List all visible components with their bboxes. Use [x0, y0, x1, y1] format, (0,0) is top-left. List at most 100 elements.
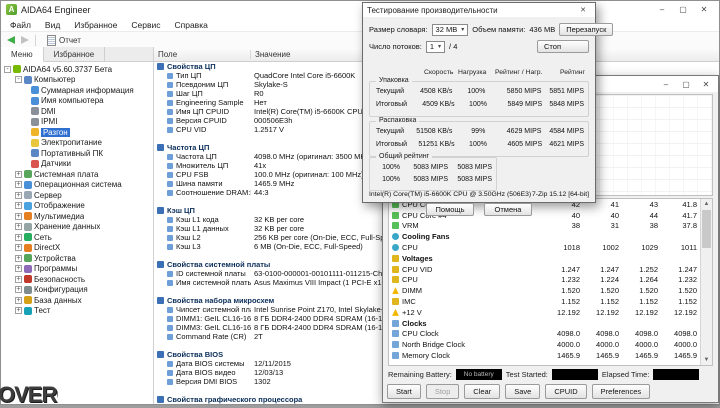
expander-icon[interactable]: + — [15, 170, 22, 178]
tree-item[interactable]: + Устройства — [1, 253, 153, 264]
expander-icon[interactable]: + — [15, 191, 22, 199]
expander-icon[interactable]: + — [15, 244, 22, 252]
sensor-row[interactable]: +12 V 12.192 12.192 12.192 12.192 — [389, 307, 700, 318]
tree-item[interactable]: + Безопасность — [1, 274, 153, 285]
tree-item[interactable]: + База данных — [1, 295, 153, 306]
stop-button[interactable]: Стоп — [537, 40, 589, 53]
stability-button[interactable]: Save — [505, 383, 541, 399]
tree-item[interactable]: + Мультимедиа — [1, 211, 153, 222]
tree-item[interactable]: + Системная плата — [1, 169, 153, 180]
expander-icon[interactable]: - — [15, 76, 22, 84]
tree-item-icon — [24, 306, 32, 315]
menu-item[interactable]: Сервис — [124, 18, 167, 31]
tree-item[interactable]: - AIDA64 v5.60.3737 Бета — [1, 64, 153, 75]
expander-icon[interactable]: - — [4, 65, 11, 73]
tree-item-icon — [24, 243, 32, 252]
help-button[interactable]: Помощь — [426, 203, 474, 216]
forward-icon[interactable] — [21, 36, 29, 44]
sensor-label: Clocks — [402, 318, 427, 328]
close-icon[interactable] — [694, 3, 714, 17]
tree-item[interactable]: IPMI — [1, 117, 153, 128]
expander-icon[interactable]: + — [15, 265, 22, 273]
tab-menu[interactable]: Меню — [1, 47, 44, 62]
expander-icon[interactable]: + — [15, 286, 22, 294]
sensor-row[interactable]: Cooling Fans — [389, 231, 700, 242]
sensor-row[interactable]: VRM 38 31 38 37.8 — [389, 221, 700, 232]
sensor-scrollbar[interactable]: ▲ ▼ — [700, 199, 712, 365]
compression-current-row: Текущий 4508 KB/s 100% 5850 MIPS 5851 MI… — [376, 88, 584, 95]
scroll-down-icon[interactable]: ▼ — [701, 355, 712, 365]
sensor-row[interactable]: CPU Clock 4098.0 4098.0 4098.0 4098.0 — [389, 329, 700, 340]
scrollbar-thumb[interactable] — [702, 210, 711, 248]
tree-item[interactable]: DMI — [1, 106, 153, 117]
field-name: DIMM1: GeIL CL16-16-16-36 DB — [176, 314, 251, 323]
tree-item[interactable]: Суммарная информация — [1, 85, 153, 96]
column-field[interactable]: Поле — [154, 49, 251, 59]
restart-button[interactable]: Перезапуск — [559, 23, 614, 36]
expander-icon[interactable]: + — [15, 202, 22, 210]
menu-item[interactable]: Справка — [167, 18, 214, 31]
stability-button[interactable]: CPUID — [545, 383, 587, 399]
tree-item[interactable]: + Сервер — [1, 190, 153, 201]
sensor-row[interactable]: North Bridge Clock 4000.0 4000.0 4000.0 … — [389, 339, 700, 350]
tree-item-icon — [31, 96, 39, 105]
expander-icon[interactable]: + — [15, 223, 22, 231]
sensor-row[interactable]: IMC 1.152 1.152 1.152 1.152 — [389, 296, 700, 307]
stability-button[interactable]: Stop — [425, 383, 460, 399]
tree-item[interactable]: Разгон — [1, 127, 153, 138]
back-icon[interactable] — [7, 36, 15, 44]
expander-icon[interactable]: + — [15, 275, 22, 283]
expander-icon[interactable]: + — [15, 296, 22, 304]
menu-item[interactable]: Вид — [38, 18, 67, 31]
tree-item[interactable]: Электропитание — [1, 138, 153, 149]
tree-item[interactable]: + Операционная система — [1, 180, 153, 191]
benchmark-close-icon[interactable]: ✕ — [575, 4, 591, 16]
tree-item[interactable]: + Отображение — [1, 201, 153, 212]
tree-item-icon — [24, 275, 32, 284]
tree-item-icon — [24, 264, 32, 273]
expander-icon[interactable]: + — [15, 254, 22, 262]
scroll-up-icon[interactable]: ▲ — [701, 199, 712, 209]
cancel-button[interactable]: Отмена — [484, 203, 532, 216]
threads-select[interactable]: 1 — [425, 40, 446, 53]
stability-button[interactable]: Start — [387, 383, 421, 399]
minimize-icon[interactable] — [652, 3, 672, 17]
sensor-current: 1.152 — [561, 297, 580, 307]
expander-icon[interactable]: + — [15, 307, 22, 315]
field-icon — [167, 333, 173, 340]
sensor-row[interactable]: CPU VID 1.247 1.247 1.252 1.247 — [389, 264, 700, 275]
tree-item[interactable]: + Хранение данных — [1, 222, 153, 233]
expander-icon[interactable]: + — [15, 233, 22, 241]
sensor-row[interactable]: Voltages — [389, 253, 700, 264]
maximize-icon[interactable] — [673, 3, 693, 17]
sensor-row[interactable]: CPU 1018 1002 1029 1011 — [389, 242, 700, 253]
menu-item[interactable]: Избранное — [67, 18, 124, 31]
sensor-row[interactable]: Memory Clock 1465.9 1465.9 1465.9 1465.9 — [389, 350, 700, 361]
expander-icon[interactable]: + — [15, 212, 22, 220]
tab-favorites[interactable]: Избранное — [44, 47, 106, 61]
stability-maximize-icon[interactable] — [676, 77, 696, 91]
expander-icon[interactable]: + — [15, 181, 22, 189]
sensor-row[interactable]: CPU 1.232 1.224 1.264 1.232 — [389, 275, 700, 286]
stability-close-icon[interactable] — [696, 77, 716, 91]
tree-item[interactable]: + Сеть — [1, 232, 153, 243]
stability-button[interactable]: Clear — [464, 383, 501, 399]
tree-item[interactable]: + DirectX — [1, 243, 153, 254]
field-name: Кэш L3 — [176, 242, 201, 251]
menu-item[interactable]: Файл — [3, 18, 38, 31]
tree-item[interactable]: Датчики — [1, 159, 153, 170]
tree-item[interactable]: + Конфигурация — [1, 285, 153, 296]
tree-item[interactable]: + Тест — [1, 306, 153, 317]
sensor-row[interactable]: DIMM 1.520 1.520 1.520 1.520 — [389, 285, 700, 296]
field-icon — [157, 261, 164, 268]
report-button[interactable]: Отчет — [42, 33, 86, 48]
dictionary-select[interactable]: 32 MB — [431, 23, 469, 36]
tree-item[interactable]: Имя компьютера — [1, 96, 153, 107]
tree-item[interactable]: + Программы — [1, 264, 153, 275]
sensor-current: 12.192 — [557, 307, 580, 317]
stability-minimize-icon[interactable] — [656, 77, 676, 91]
tree-item[interactable]: - Компьютер — [1, 75, 153, 86]
tree-item[interactable]: Портативный ПК — [1, 148, 153, 159]
stability-button[interactable]: Preferences — [591, 383, 651, 399]
sensor-row[interactable]: Clocks — [389, 318, 700, 329]
